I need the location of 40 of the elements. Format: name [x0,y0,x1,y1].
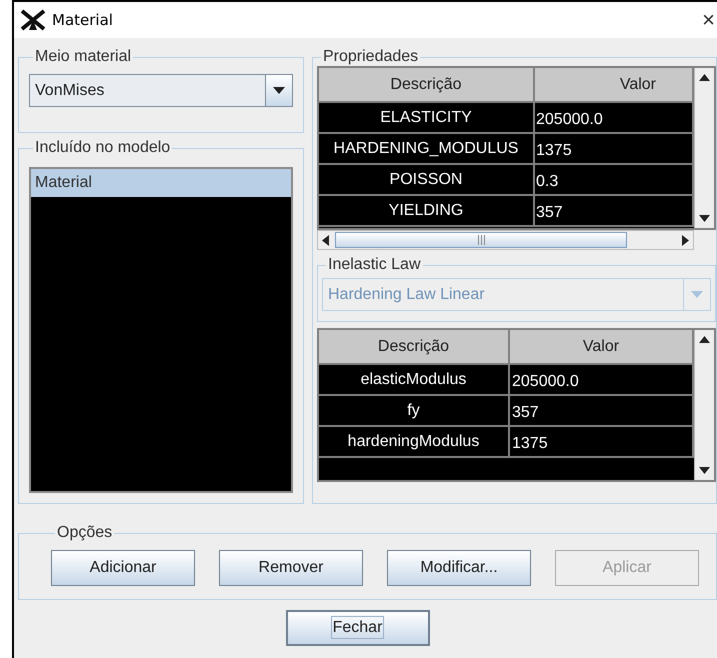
table-cell: 0.3 [535,165,694,196]
group-title: Inelastic Law [327,256,422,274]
group-title: Opções [56,524,114,542]
table-cell: YIELDING [319,196,535,227]
table-cell: 205000.0 [535,103,694,134]
table-cell: fy [319,396,510,427]
dropdown-arrow-icon [691,291,703,298]
scroll-down-icon [699,215,710,222]
window-title: Material [52,11,113,29]
table-cell: ELASTICITY [319,103,535,134]
horizontal-scrollbar[interactable] [317,230,694,250]
group-title: Propriedades [322,48,420,66]
dropdown-arrow-icon [273,87,285,94]
material-dropdown[interactable]: VonMises [29,74,293,107]
scroll-left-icon [322,234,329,246]
action-button[interactable]: Modificar... [387,550,531,586]
action-button[interactable]: Adicionar [51,550,195,586]
vertical-scrollbar[interactable] [694,330,714,480]
vertical-scrollbar[interactable] [694,68,714,228]
table-cell: hardeningModulus [319,427,510,458]
scroll-down-icon [699,467,710,474]
grip-icon [478,235,484,245]
table-cell: 1375 [535,134,694,165]
table-cell: POISSON [319,165,535,196]
group-title: Incluído no modelo [34,139,172,157]
close-dialog-button[interactable]: Fechar [286,610,430,646]
windmill-icon [20,9,46,31]
close-button[interactable]: × [694,9,717,31]
group-title: Meio material [34,48,132,66]
table-cell: 357 [510,396,694,427]
table-cell: HARDENING_MODULUS [319,134,535,165]
scroll-up-icon [699,74,710,81]
list-item[interactable]: Material [31,169,291,197]
table-cell: elasticModulus [319,365,510,396]
scroll-up-icon [699,336,710,343]
scroll-right-icon [682,234,689,246]
table-cell: 205000.0 [510,365,694,396]
table-cell: 1375 [510,427,694,458]
table-cell: 357 [535,196,694,227]
action-button[interactable]: Remover [219,550,363,586]
